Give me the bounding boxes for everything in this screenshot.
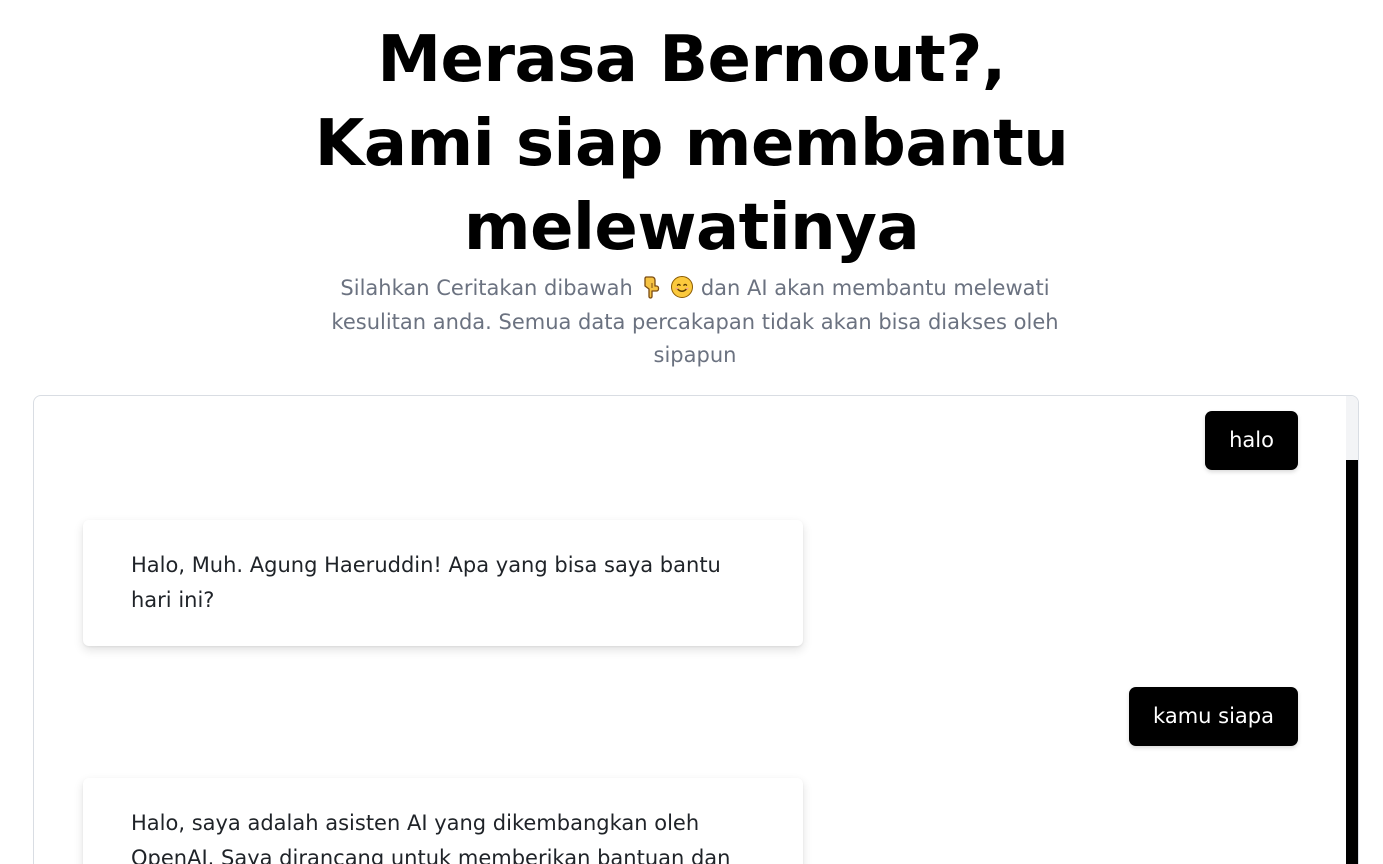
- page-subtitle: Silahkan Ceritakan dibawah dan AI akan m…: [330, 272, 1060, 373]
- assistant-message: Halo, Muh. Agung Haeruddin! Apa yang bis…: [83, 520, 803, 646]
- chat-scrollbar-thumb[interactable]: [1346, 460, 1358, 864]
- user-message: halo: [1205, 411, 1298, 470]
- page-title-line-1: Merasa Bernout?,: [377, 23, 1006, 97]
- page: Merasa Bernout?, Kami siap membantu mele…: [0, 0, 1383, 864]
- pointing-down-hand-icon: [644, 276, 660, 299]
- smiling-face-icon: [671, 276, 694, 298]
- page-title-line-3: melewatinya: [463, 191, 920, 265]
- assistant-message: Halo, saya adalah asisten AI yang dikemb…: [83, 778, 803, 864]
- user-message: kamu siapa: [1129, 687, 1298, 746]
- chat-scrollbar[interactable]: [1346, 396, 1358, 864]
- subtitle-text-before: Silahkan Ceritakan dibawah: [340, 276, 633, 300]
- page-title: Merasa Bernout?, Kami siap membantu mele…: [0, 18, 1383, 270]
- chat-panel[interactable]: halo Halo, Muh. Agung Haeruddin! Apa yan…: [33, 395, 1359, 864]
- page-title-line-2: Kami siap membantu: [314, 107, 1069, 181]
